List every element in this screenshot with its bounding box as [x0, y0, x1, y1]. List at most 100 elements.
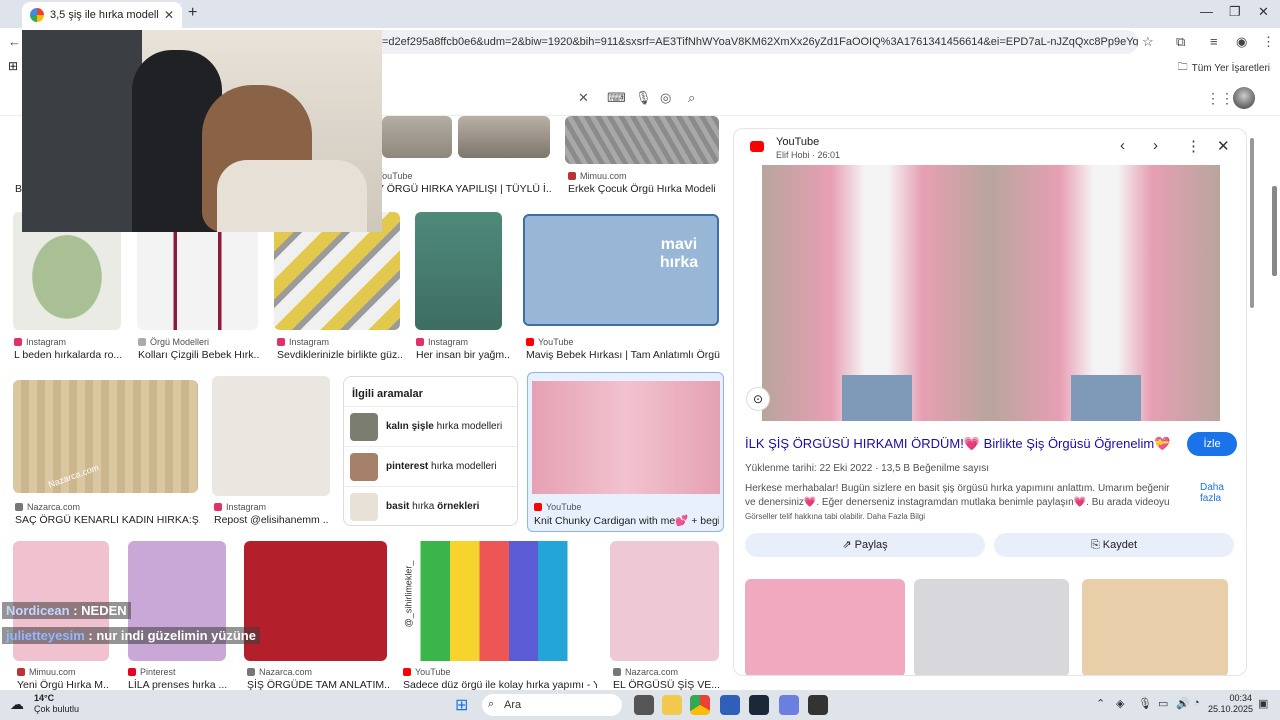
result-caption[interactable]: Erkek Çocuk Örgü Hırka Modeli ...	[568, 183, 718, 195]
google-apps-icon[interactable]: ⋮⋮	[1206, 90, 1234, 107]
app-icon[interactable]	[720, 695, 740, 715]
tray-chevron-icon[interactable]: ⌃	[1096, 697, 1105, 710]
panel-scrollbar[interactable]	[1248, 128, 1256, 676]
chat-message: julietteyesim : nur indi güzelimin yüzün…	[2, 627, 260, 644]
related-searches: İlgili aramalar kalın şişle hırka modell…	[343, 376, 518, 526]
back-icon[interactable]: ←	[8, 34, 21, 49]
related-image[interactable]	[914, 579, 1069, 675]
more-icon[interactable]: ⋮	[1186, 137, 1201, 155]
restore-icon[interactable]: ❐	[1229, 4, 1241, 20]
page-scrollbar[interactable]	[1270, 82, 1280, 690]
result-caption[interactable]: SAÇ ÖRGÜ KENARLI KADIN HIRKA:Ş...	[15, 514, 200, 526]
related-image[interactable]	[1082, 579, 1228, 675]
chat-message: Nordicean : NEDEN	[2, 602, 131, 619]
panel-description: Herkese merhabalar! Bugün sizlere en bas…	[745, 483, 1170, 508]
related-item[interactable]: basit hırka örnekleri	[344, 486, 517, 526]
close-window-icon[interactable]: ✕	[1258, 4, 1269, 20]
related-item[interactable]: pinterest hırka modelleri	[344, 446, 517, 486]
browser-tab[interactable]: 3,5 şiş ile hırka modelleri - Goo ✕	[22, 2, 182, 28]
result-caption[interactable]: Y ÖRGÜ HIRKA YAPILIŞI | TÜYLÜ İ...	[377, 183, 552, 195]
image-thumb[interactable]	[565, 116, 719, 164]
volume-icon[interactable]: 🔊	[1176, 697, 1190, 710]
result-caption[interactable]: L beden hırkalarda ro...	[14, 349, 129, 361]
steam-icon[interactable]	[749, 695, 769, 715]
panel-channel: Elif Hobi · 26:01	[776, 150, 841, 160]
weather-icon: ☁	[10, 696, 24, 712]
next-icon[interactable]: ›	[1153, 137, 1158, 154]
profile-icon[interactable]: ◉	[1236, 34, 1247, 50]
preview-panel: YouTube Elif Hobi · 26:01 ‹ › ⋮ ✕ ⊙ İLK …	[733, 128, 1247, 676]
close-icon[interactable]: ✕	[1217, 137, 1230, 155]
result-source: Instagram	[14, 337, 66, 347]
windows-start-icon[interactable]: ⊞	[455, 695, 468, 715]
result-source: Mimuu.com	[568, 171, 627, 181]
obs-icon[interactable]	[808, 695, 828, 715]
save-button[interactable]: ⎘ Kaydet	[994, 533, 1234, 557]
bookmark-star-icon[interactable]: ☆	[1142, 34, 1154, 50]
file-explorer-icon[interactable]	[662, 695, 682, 715]
apps-grid-icon[interactable]: ⊞	[8, 59, 18, 73]
result-source: Nazarca.com	[247, 667, 312, 677]
result-source: YouTube	[526, 337, 573, 347]
share-icon: ⇗	[842, 539, 855, 551]
image-thumb[interactable]	[415, 212, 502, 330]
clear-icon[interactable]: ✕	[578, 90, 589, 106]
image-thumb[interactable]: mavi hırka	[523, 214, 719, 326]
network-icon[interactable]: ▭	[1158, 697, 1168, 710]
keyboard-icon[interactable]: ⌨	[607, 90, 626, 106]
result-caption[interactable]: Sevdiklerinizle birlikte güz...	[277, 349, 402, 361]
clock[interactable]: 00:34 25.10.2025	[1208, 693, 1253, 715]
minimize-icon[interactable]: —	[1200, 4, 1213, 19]
result-caption[interactable]: Knit Chunky Cardigan with me💕 + begi...	[534, 514, 719, 527]
result-source: Nazarca.com	[613, 667, 678, 677]
all-bookmarks[interactable]: 🗀 Tüm Yer İşaretleri	[1178, 60, 1270, 77]
taskbar: ☁ 14°C Çok bulutlu ⊞ Ara ⌕ ⌃ ◈ 🎙 ▭ 🔊 ◔ 0…	[0, 690, 1280, 720]
task-view-icon[interactable]	[634, 695, 654, 715]
app-icon[interactable]	[779, 695, 799, 715]
image-thumb[interactable]: Nazarca.com	[13, 380, 198, 493]
new-tab-icon[interactable]: +	[188, 4, 197, 22]
extensions-icon[interactable]: ⧉	[1176, 34, 1185, 50]
copyright-note: Görseller telif hakkına tabi olabilir. D…	[745, 512, 926, 521]
menu-icon[interactable]: ⋮	[1262, 34, 1275, 50]
panel-meta: Yüklenme tarihi: 22 Eki 2022 · 13,5 B Be…	[745, 463, 990, 474]
result-caption[interactable]: Repost @elisihanemm ...	[214, 514, 329, 526]
tray-icon[interactable]: ◈	[1116, 697, 1124, 710]
chrome-icon[interactable]	[690, 695, 710, 715]
result-source: YouTube	[377, 171, 413, 181]
panel-title[interactable]: İLK ŞİŞ ÖRGÜSÜ HIRKAMI ÖRDÜM!💗 Birlikte …	[745, 436, 1170, 452]
related-item[interactable]: kalın şişle hırka modelleri	[344, 406, 517, 446]
notification-icon[interactable]: ▣	[1258, 697, 1268, 710]
result-caption[interactable]: Her insan bir yağm...	[416, 349, 511, 361]
battery-icon[interactable]: ◔	[1193, 697, 1200, 709]
lens-search-icon[interactable]: ⊙	[746, 387, 770, 411]
share-button[interactable]: ⇗ Paylaş	[745, 533, 985, 557]
weather-widget[interactable]: 14°C Çok bulutlu	[34, 693, 79, 715]
prev-icon[interactable]: ‹	[1120, 137, 1125, 154]
image-thumb[interactable]	[382, 116, 452, 158]
taskbar-search[interactable]: Ara	[482, 694, 622, 716]
lens-icon[interactable]: ◎	[660, 90, 671, 106]
media-icon[interactable]: ≡	[1210, 34, 1218, 49]
image-thumb[interactable]	[244, 541, 387, 661]
panel-source[interactable]: YouTube	[776, 136, 819, 148]
image-thumb[interactable]	[212, 376, 330, 496]
mic-icon[interactable]: 🎙	[1138, 697, 1152, 710]
image-thumb	[532, 381, 720, 494]
result-source: YouTube	[403, 667, 450, 677]
webcam-overlay	[22, 30, 382, 232]
result-caption[interactable]: Kolları Çizgili Bebek Hırk...	[138, 349, 260, 361]
image-thumb[interactable]: @_sihirlimekler_	[401, 541, 597, 661]
close-tab-icon[interactable]: ✕	[164, 8, 174, 22]
image-thumb[interactable]	[610, 541, 719, 661]
mic-icon[interactable]: 🎙	[635, 90, 652, 106]
avatar[interactable]	[1233, 87, 1255, 109]
result-source: Instagram	[277, 337, 329, 347]
more-link[interactable]: Daha fazla	[1200, 482, 1240, 504]
watch-button[interactable]: İzle	[1187, 432, 1237, 456]
preview-image[interactable]	[762, 165, 1220, 421]
search-icon[interactable]: ⌕	[688, 90, 695, 106]
image-thumb[interactable]	[458, 116, 550, 158]
result-caption[interactable]: Maviş Bebek Hırkası | Tam Anlatımlı Örgü…	[526, 349, 721, 361]
related-image[interactable]	[745, 579, 905, 675]
